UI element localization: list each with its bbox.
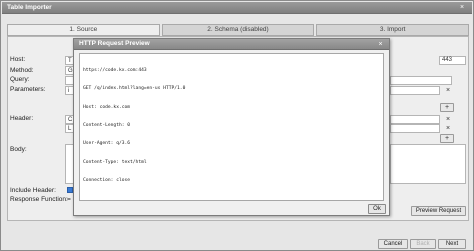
method-select-value: G xyxy=(68,68,73,74)
remove-parameter-icon[interactable]: × xyxy=(444,87,452,95)
header-key-value-2: L xyxy=(68,126,72,132)
parameters-key-value: i xyxy=(68,88,70,94)
dialog-close-icon[interactable]: × xyxy=(376,40,385,49)
add-parameter-button[interactable]: + xyxy=(440,103,454,112)
close-icon[interactable]: × xyxy=(457,3,467,13)
request-line: Host: code.kx.com xyxy=(83,104,131,110)
window-title: Table Importer xyxy=(7,4,52,11)
response-function-input[interactable]: = xyxy=(67,196,71,203)
request-line: User-Agent: q/3.6 xyxy=(83,141,131,147)
cancel-button[interactable]: Cancel xyxy=(378,239,408,249)
request-line: GET /q/index.html?lang=en-us HTTP/1.0 xyxy=(83,86,186,92)
response-function-label: Response Function: xyxy=(10,196,68,203)
parameters-value-input[interactable] xyxy=(390,86,440,95)
parameters-label: Parameters: xyxy=(10,86,46,93)
add-header-button[interactable]: + xyxy=(440,134,454,143)
remove-header-icon-1[interactable]: × xyxy=(444,116,452,124)
window-title-bar[interactable]: Table Importer × xyxy=(2,2,472,14)
next-button[interactable]: Next xyxy=(438,239,466,249)
body-textarea-right[interactable] xyxy=(390,144,466,184)
port-input[interactable]: 443 xyxy=(439,56,466,65)
query-input-right[interactable] xyxy=(390,76,452,85)
host-label: Host: xyxy=(10,56,26,63)
method-label: Method: xyxy=(10,67,34,74)
remove-header-icon-2[interactable]: × xyxy=(444,125,452,133)
request-line: https://code.kx.com:443 xyxy=(83,68,147,74)
body-label: Body: xyxy=(10,146,27,153)
wizard-tabs: 1. Source 2. Schema (disabled) 3. Import xyxy=(7,24,470,36)
query-label: Query: xyxy=(10,76,30,83)
tab-schema: 2. Schema (disabled) xyxy=(161,24,315,36)
back-button: Back xyxy=(410,239,436,249)
table-importer-window: Table Importer × 1. Source 2. Schema (di… xyxy=(0,0,474,251)
dialog-title-bar[interactable]: HTTP Request Preview × xyxy=(74,39,389,50)
port-input-value: 443 xyxy=(442,57,453,63)
ok-button[interactable]: Ok xyxy=(368,204,386,214)
include-header-label: Include Header: xyxy=(10,187,56,194)
request-preview-text[interactable]: https://code.kx.com:443 GET /q/index.htm… xyxy=(79,53,384,201)
header-value-input-1[interactable] xyxy=(390,115,440,124)
request-line: Connection: close xyxy=(83,177,131,183)
request-line: Content-Type: text/html xyxy=(83,159,147,165)
tab-source[interactable]: 1. Source xyxy=(7,24,160,36)
host-input-value: T xyxy=(68,58,72,64)
dialog-title: HTTP Request Preview xyxy=(79,40,150,47)
tab-import[interactable]: 3. Import xyxy=(316,24,470,36)
header-key-value-1: C xyxy=(68,117,73,123)
header-value-input-2[interactable] xyxy=(390,124,440,133)
preview-request-button[interactable]: Preview Request xyxy=(411,206,466,216)
header-label: Header: xyxy=(10,115,34,122)
request-line: Content-Length: 0 xyxy=(83,123,131,129)
http-request-preview-dialog: HTTP Request Preview × https://code.kx.c… xyxy=(73,38,390,216)
